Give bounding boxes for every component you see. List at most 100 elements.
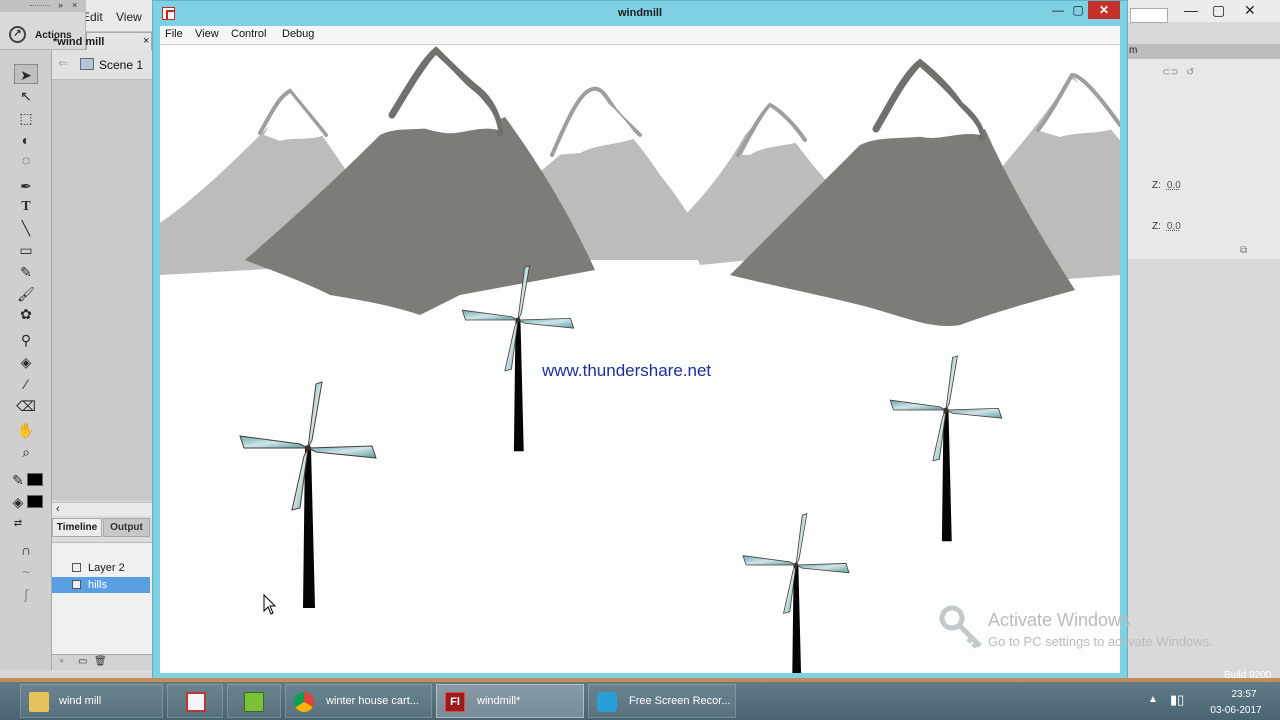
build-label: Build 9200: [1224, 670, 1272, 681]
free-transform-tool-icon[interactable]: ⬚: [14, 108, 38, 128]
menu-debug[interactable]: Debug: [282, 28, 314, 40]
rectangle-tool-icon[interactable]: ▭: [14, 240, 38, 260]
snap-magnet-icon[interactable]: ∩: [14, 540, 38, 560]
chrome-icon: [294, 692, 314, 712]
link-icon[interactable]: ⊂⊃: [1162, 67, 1179, 78]
network-icon[interactable]: ▮▯: [1170, 692, 1184, 708]
activation-subtitle: Go to PC settings to activate Windows.: [988, 634, 1213, 649]
minimize-button[interactable]: —: [1050, 1, 1066, 19]
stroke-color-swatch[interactable]: [27, 473, 43, 486]
player-stage[interactable]: [160, 45, 1120, 673]
recorder-icon: [597, 692, 617, 712]
actions-icon[interactable]: ↗: [9, 26, 26, 43]
clock-time[interactable]: 23:57: [1214, 689, 1274, 700]
taskbar-item-folder[interactable]: wind mill: [20, 684, 163, 718]
folder-icon: [29, 692, 49, 712]
zoom-tool-icon[interactable]: ⌕: [14, 442, 38, 462]
taskbar-item-label: winter house cart...: [326, 695, 419, 707]
tab-output[interactable]: Output: [103, 518, 150, 537]
properties-header: m: [1128, 44, 1280, 59]
tools-panel: ➤ ↖ ⬚ ◐ ◌ ✒ T ╲ ▭ ✎ 🖌 ✿ ⚲ ◈ ⁄ ⌫ ✋ ⌕ ✎ ◈ …: [0, 50, 52, 670]
layer-list: [52, 542, 152, 654]
window-title: windmill: [618, 7, 662, 19]
pen-tool-icon[interactable]: ✒: [14, 176, 38, 196]
close-button[interactable]: ✕: [1088, 1, 1120, 19]
hand-tool-icon[interactable]: ✋: [14, 420, 38, 440]
new-layer-icon[interactable]: ▫: [60, 656, 64, 667]
layer-icon: [72, 563, 81, 572]
taskbar-item-label: Free Screen Recor...: [629, 695, 731, 707]
swap-colors-icon[interactable]: ⇄: [6, 514, 30, 534]
subselection-tool-icon[interactable]: ↖: [14, 86, 38, 106]
taskbar-item-paint[interactable]: [167, 684, 223, 718]
taskbar-item-flash[interactable]: Fl windmill*: [436, 684, 584, 718]
windmill-scene: [160, 46, 1120, 673]
text-tool-icon[interactable]: T: [14, 197, 38, 217]
paint-icon: [186, 692, 206, 712]
line-tool-icon[interactable]: ╲: [14, 218, 38, 238]
layer-name: hills: [88, 579, 107, 591]
search-field[interactable]: [1130, 8, 1168, 23]
windmill-large-left: [239, 381, 377, 609]
panel-option-icon[interactable]: ⧉: [1240, 245, 1247, 256]
eyedropper-tool-icon[interactable]: ⁄: [14, 374, 38, 394]
layer-name: Layer 2: [88, 562, 125, 574]
smooth-icon[interactable]: ~: [14, 562, 38, 582]
properties-body: ⊂⊃ ↺ Z: 0.0 Z: 0.0 ⧉: [1128, 59, 1280, 259]
notepad-icon: [244, 692, 264, 712]
maximize-button[interactable]: ▢: [1070, 1, 1086, 19]
ide-menu-view[interactable]: View: [116, 10, 142, 24]
close-icon[interactable]: ✕: [1244, 2, 1256, 19]
menu-file[interactable]: File: [165, 28, 183, 40]
windmill-right: [889, 355, 1003, 542]
taskbar-item-notepad[interactable]: [227, 684, 281, 718]
scroll-left-icon[interactable]: ‹: [56, 503, 60, 515]
stage-url-text: www.thundershare.net: [542, 361, 712, 380]
mouse-cursor-icon: [263, 593, 277, 615]
clock-date[interactable]: 03-06-2017: [1198, 705, 1274, 716]
taskbar-item-label: wind mill: [59, 695, 102, 707]
tray-expand-icon[interactable]: ▲: [1148, 694, 1158, 705]
layer-row-selected[interactable]: hills: [52, 577, 150, 593]
scene-label[interactable]: Scene 1: [99, 58, 143, 72]
flash-icon: Fl: [445, 692, 465, 712]
activation-title: Activate Windows: [988, 610, 1131, 630]
eraser-tool-icon[interactable]: ⌫: [14, 396, 38, 416]
pencil-tool-icon[interactable]: ✎: [14, 262, 38, 282]
tab-close-icon[interactable]: ×: [143, 35, 149, 47]
new-folder-icon[interactable]: ▭: [78, 656, 87, 667]
windmill-small-center: [461, 265, 575, 452]
straighten-icon[interactable]: ʃ: [14, 584, 38, 604]
taskbar-item-chrome[interactable]: winter house cart...: [285, 684, 432, 718]
panel-grip[interactable]: » ×: [0, 0, 86, 12]
maximize-icon[interactable]: ▢: [1212, 2, 1225, 19]
fill-color-swatch[interactable]: [27, 495, 43, 508]
close-icon[interactable]: ×: [72, 0, 77, 10]
3d-rotation-tool-icon[interactable]: ◐: [14, 130, 38, 150]
reset-icon[interactable]: ↺: [1186, 67, 1194, 78]
z-field-2[interactable]: Z: 0.0: [1152, 221, 1181, 232]
selection-tool-icon[interactable]: ➤: [14, 64, 38, 84]
bone-tool-icon[interactable]: ⚲: [14, 330, 38, 350]
minimize-icon[interactable]: —: [1184, 2, 1198, 18]
paint-bucket-tool-icon[interactable]: ◈: [14, 352, 38, 372]
collapse-icon[interactable]: »: [58, 0, 63, 10]
windmill-bottom: [742, 513, 850, 673]
tab-timeline[interactable]: Timeline: [52, 518, 102, 537]
document-tab[interactable]: wind mill* ×: [53, 32, 152, 51]
menu-control[interactable]: Control: [231, 28, 266, 40]
layer-row[interactable]: Layer 2: [52, 560, 150, 576]
taskbar-item-label: windmill*: [477, 695, 521, 707]
deco-tool-icon[interactable]: ✿: [14, 304, 38, 324]
layer-icon: [72, 580, 81, 589]
timeline-footer: ▫ ▭ 🗑: [52, 654, 152, 670]
taskbar-item-recorder[interactable]: Free Screen Recor...: [588, 684, 736, 718]
horizontal-scrollbar[interactable]: ‹: [52, 502, 152, 516]
lasso-tool-icon[interactable]: ◌: [14, 150, 38, 170]
z-field-1[interactable]: Z: 0.0: [1152, 180, 1181, 191]
back-arrow-icon[interactable]: ⇐: [58, 56, 68, 70]
brush-tool-icon[interactable]: 🖌: [14, 284, 38, 304]
document-tab-label: wind mill*: [53, 36, 105, 48]
delete-layer-icon[interactable]: 🗑: [94, 656, 107, 667]
menu-view[interactable]: View: [195, 28, 219, 40]
